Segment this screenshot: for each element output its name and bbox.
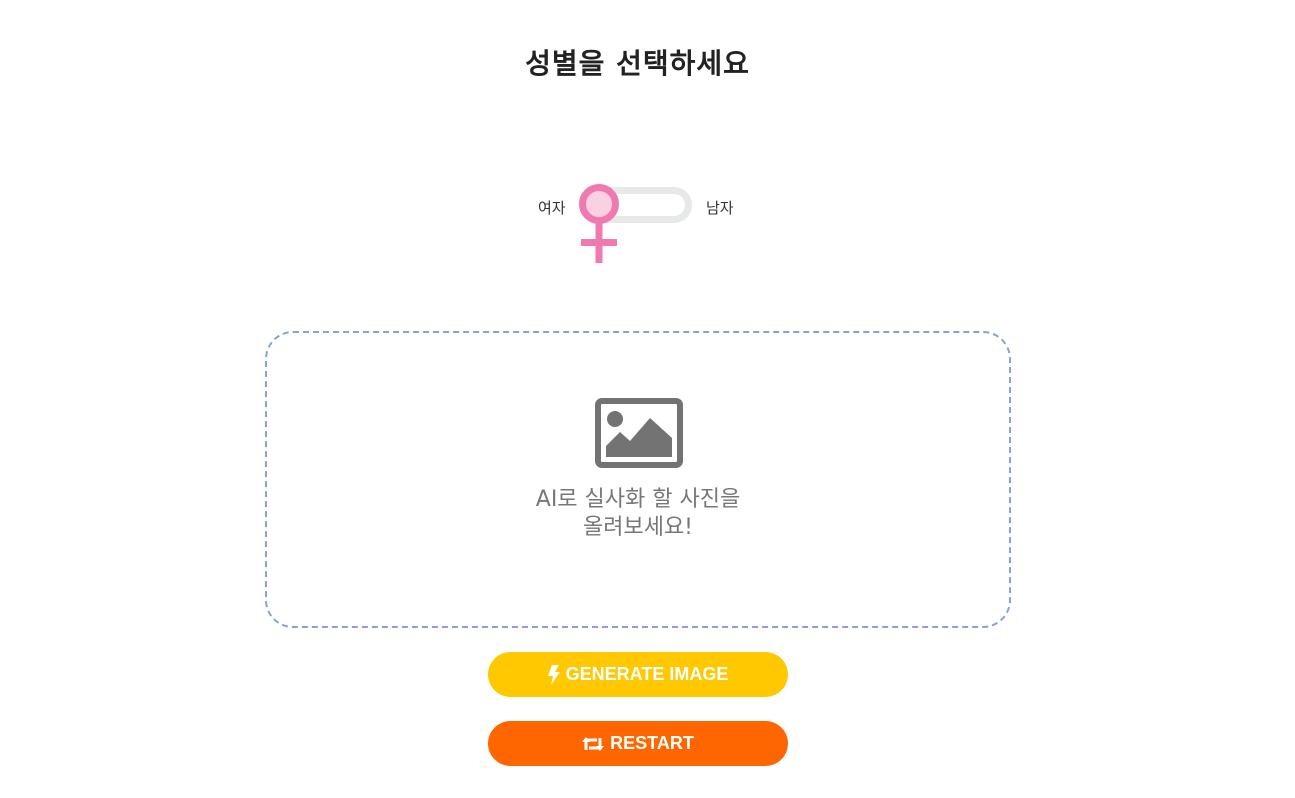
generate-image-label: GENERATE IMAGE bbox=[565, 664, 729, 684]
generate-image-button[interactable]: GENERATE IMAGE bbox=[488, 652, 788, 697]
upload-instruction: AI로 실사화 할 사진을 올려보세요! bbox=[267, 486, 1009, 542]
female-label[interactable]: 여자 bbox=[538, 197, 566, 218]
upload-instruction-line2: 올려보세요! bbox=[582, 515, 694, 540]
upload-instruction-line1: AI로 실사화 할 사진을 bbox=[535, 487, 741, 512]
image-icon bbox=[595, 398, 683, 468]
female-symbol-icon[interactable] bbox=[576, 183, 622, 265]
page-title: 성별을 선택하세요 bbox=[525, 47, 750, 80]
male-label[interactable]: 남자 bbox=[706, 197, 734, 218]
gender-toggle[interactable]: 여자 남자 bbox=[530, 183, 750, 275]
retweet-arrows-icon bbox=[582, 736, 605, 752]
image-upload-dropzone[interactable]: AI로 실사화 할 사진을 올려보세요! bbox=[265, 331, 1011, 628]
lightning-bolt-icon bbox=[547, 664, 560, 685]
restart-label: RESTART bbox=[610, 733, 694, 753]
restart-button[interactable]: RESTART bbox=[488, 721, 788, 766]
